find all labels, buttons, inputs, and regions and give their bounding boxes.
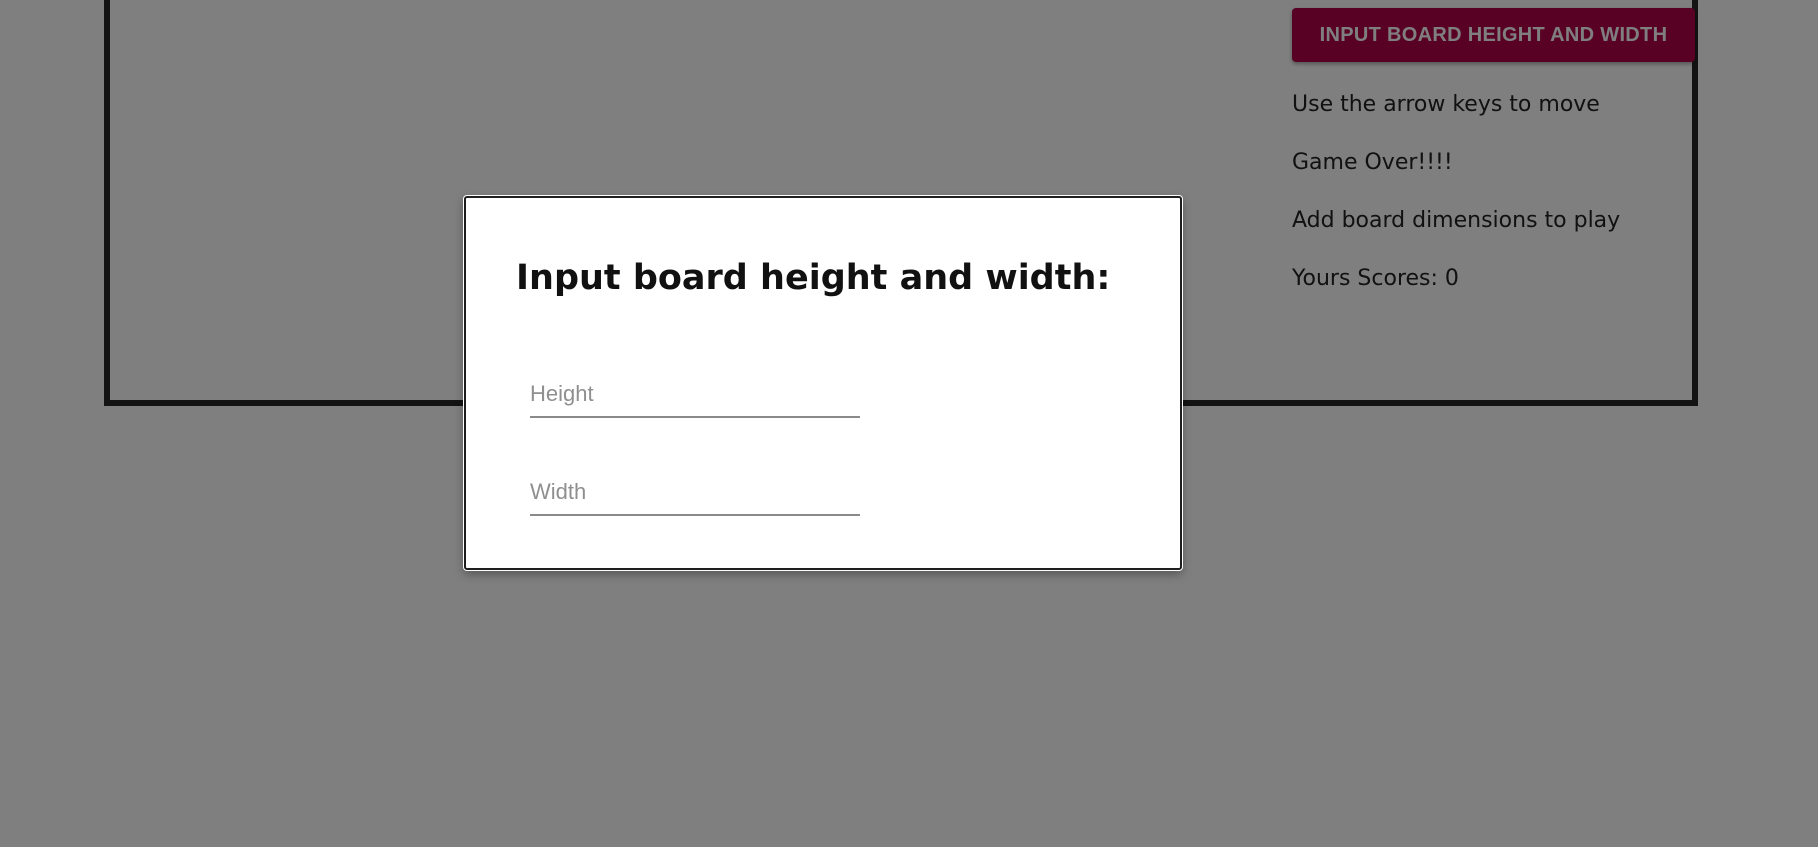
- dialog-title: Input board height and width:: [516, 258, 1111, 298]
- height-input[interactable]: [530, 378, 860, 418]
- game-page: INPUT BOARD HEIGHT AND WIDTH Use the arr…: [0, 0, 1818, 851]
- board-dimensions-dialog: Input board height and width:: [464, 196, 1182, 570]
- page-bottom-strip: [0, 847, 1818, 851]
- width-input[interactable]: [530, 476, 860, 516]
